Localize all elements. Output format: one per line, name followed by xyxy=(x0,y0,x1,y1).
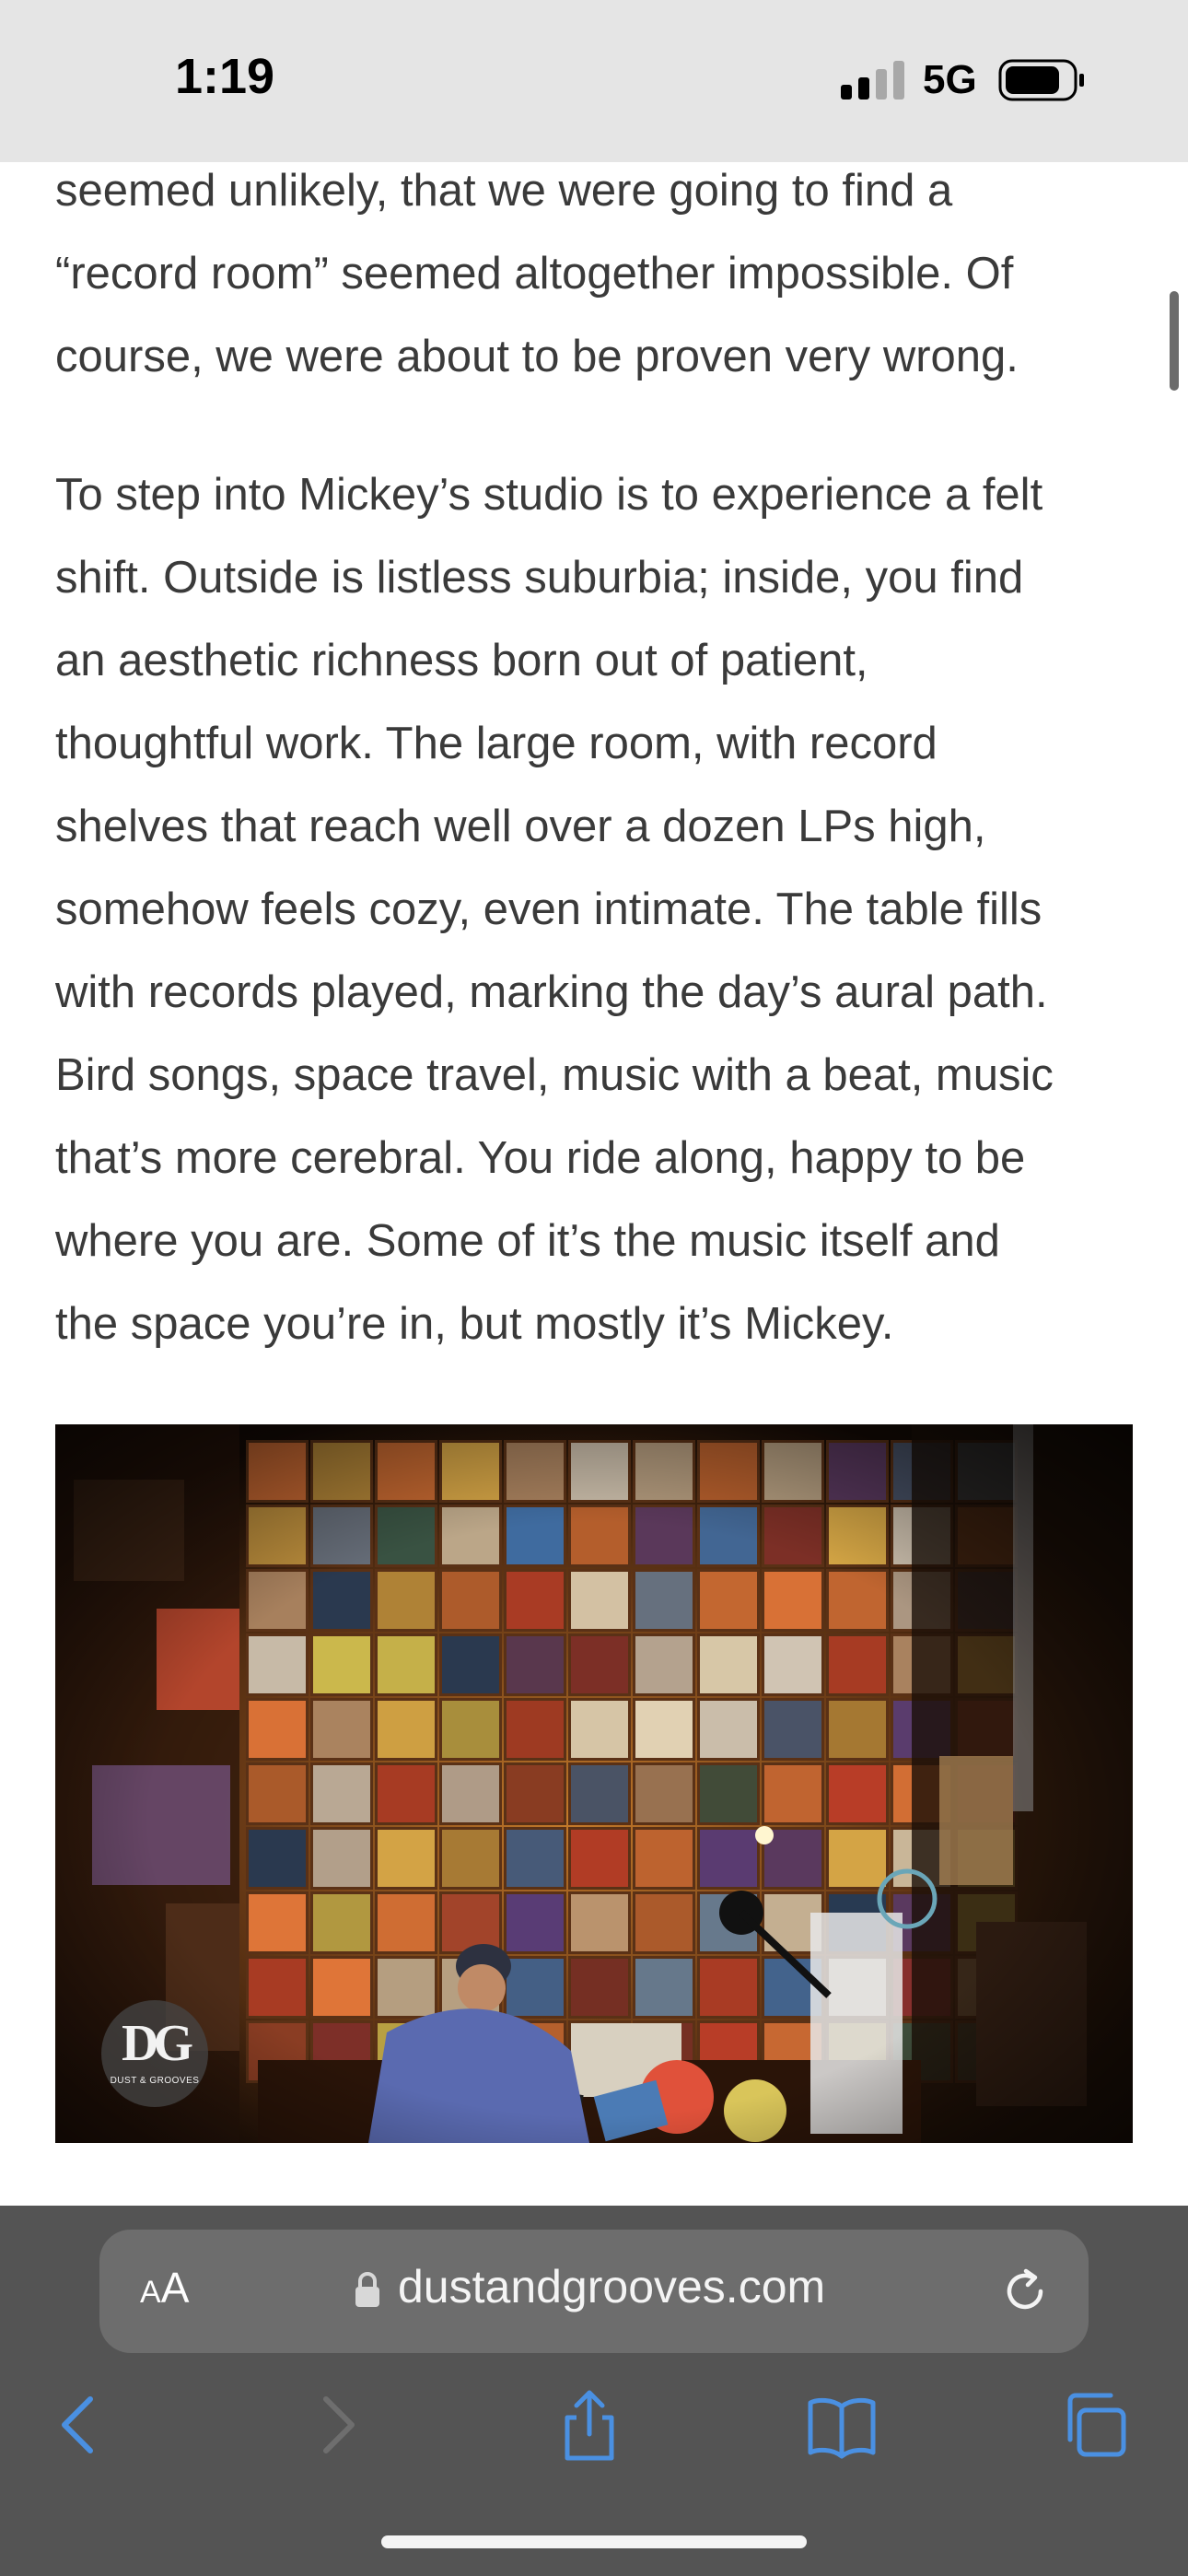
text-line: the space you’re in, but mostly it’s Mic… xyxy=(55,1299,894,1349)
article-paragraph: seemed unlikely, that we were going to f… xyxy=(55,149,1019,398)
text-line: “record room” seemed altogether impossib… xyxy=(55,249,1014,299)
logo-mark: DG xyxy=(122,2015,193,2072)
cellular-signal-icon xyxy=(841,61,904,100)
status-bar: 1:19 5G xyxy=(0,0,1188,162)
text-line: thoughtful work. The large room, with re… xyxy=(55,719,938,768)
text-line: shelves that reach well over a dozen LPs… xyxy=(55,802,986,851)
bookmarks-icon[interactable] xyxy=(805,2388,879,2462)
tabs-icon[interactable] xyxy=(1057,2388,1131,2462)
text-line: shift. Outside is listless suburbia; ins… xyxy=(55,553,1024,603)
url-text[interactable]: dustandgrooves.com xyxy=(398,2260,825,2313)
home-indicator xyxy=(381,2535,807,2548)
network-type: 5G xyxy=(923,57,977,102)
text-line: that’s more cerebral. You ride along, ha… xyxy=(55,1133,1026,1183)
address-bar[interactable]: AA dustandgrooves.com xyxy=(99,2230,1089,2353)
text-line: Bird songs, space travel, music with a b… xyxy=(55,1050,1054,1100)
text-line: with records played, marking the day’s a… xyxy=(55,967,1048,1017)
text-line: To step into Mickey’s studio is to exper… xyxy=(55,470,1043,520)
status-time: 1:19 xyxy=(175,49,275,104)
aa-large-label: A xyxy=(160,2264,190,2312)
forward-icon[interactable] xyxy=(300,2388,374,2462)
article-paragraph: To step into Mickey’s studio is to exper… xyxy=(55,453,1054,1365)
text-line: somehow feels cozy, even intimate. The t… xyxy=(55,884,1042,934)
reload-icon[interactable] xyxy=(1000,2266,1050,2316)
share-icon[interactable] xyxy=(553,2388,626,2462)
record-room-photo: DG DUST & GROOVES xyxy=(55,1424,1133,2143)
logo-text: DUST & GROOVES xyxy=(110,2076,200,2086)
text-line: an aesthetic richness born out of patien… xyxy=(55,636,868,685)
browser-toolbar: AA dustandgrooves.com xyxy=(0,2206,1188,2576)
text-line: where you are. Some of it’s the music it… xyxy=(55,1216,1000,1266)
page-settings-button[interactable]: AA xyxy=(140,2263,189,2313)
battery-icon xyxy=(998,59,1084,101)
aa-small-label: A xyxy=(140,2275,161,2310)
dust-and-grooves-logo: DG DUST & GROOVES xyxy=(101,2000,208,2107)
back-icon[interactable] xyxy=(42,2388,116,2462)
photo-illustration xyxy=(55,1424,1133,2143)
text-line: course, we were about to be proven very … xyxy=(55,332,1019,381)
scroll-indicator[interactable] xyxy=(1170,291,1179,391)
lock-icon xyxy=(355,2272,379,2307)
